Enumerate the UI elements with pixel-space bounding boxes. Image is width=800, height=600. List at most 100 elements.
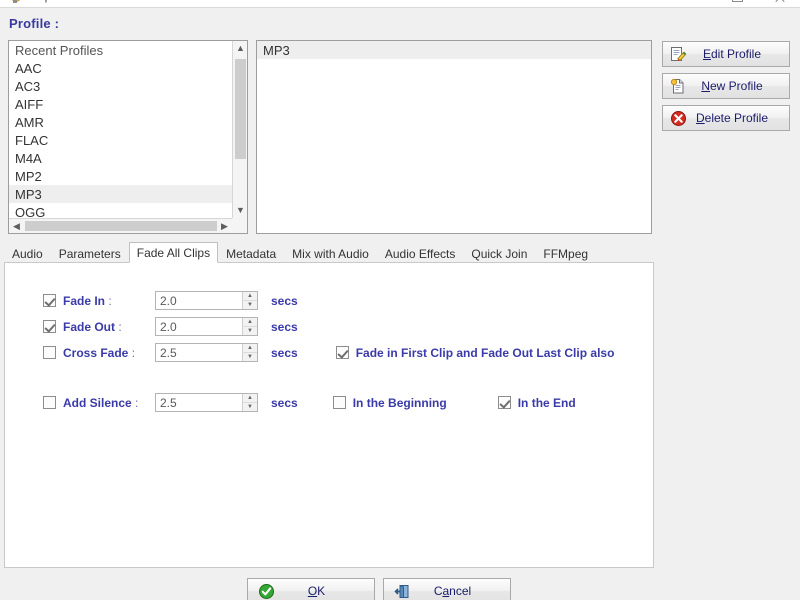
fade-out-row: Fade Out : 2.0 ▲ ▼ secs (43, 317, 298, 336)
window-controls (716, 0, 800, 8)
fade-out-spinner-buttons[interactable]: ▲ ▼ (242, 318, 257, 335)
tab-parameters[interactable]: Parameters (51, 244, 129, 263)
add-silence-unit: secs (271, 395, 298, 410)
list-item[interactable]: FLAC (9, 131, 247, 149)
exit-door-icon (394, 583, 411, 600)
spinner-up-icon[interactable]: ▲ (242, 394, 257, 403)
new-profile-button[interactable]: New Profile (662, 73, 790, 99)
fade-in-value[interactable]: 2.0 (156, 294, 177, 308)
fade-out-unit: secs (271, 319, 298, 334)
fade-in-spinner[interactable]: 2.0 ▲ ▼ (155, 291, 258, 310)
edit-profile-label-rest: dit Profile (710, 47, 762, 61)
spinner-up-icon[interactable]: ▲ (242, 318, 257, 327)
window-title: Output Format (27, 0, 98, 3)
spinner-down-icon[interactable]: ▼ (242, 301, 257, 309)
spinner-down-icon[interactable]: ▼ (242, 327, 257, 335)
list-item-selected[interactable]: MP3 (257, 41, 651, 59)
add-silence-spinner-buttons[interactable]: ▲ ▼ (242, 394, 257, 411)
delete-profile-button[interactable]: Delete Profile (662, 105, 790, 131)
edit-profile-button[interactable]: Edit Profile (662, 41, 790, 67)
list-item[interactable]: MP2 (9, 167, 247, 185)
list-item-selected[interactable]: MP3 (9, 185, 247, 203)
profile-list-items: Recent Profiles AAC AC3 AIFF AMR FLAC M4… (9, 41, 247, 233)
fade-out-label: Fade Out : (63, 319, 122, 334)
fade-in-row: Fade In : 2.0 ▲ ▼ secs (43, 291, 298, 310)
cancel-button[interactable]: Cancel (383, 578, 511, 600)
tab-fade-all-clips[interactable]: Fade All Clips (128, 242, 219, 263)
delete-profile-icon (670, 110, 687, 127)
scroll-right-icon[interactable]: ▶ (217, 219, 232, 233)
spinner-up-icon[interactable]: ▲ (242, 292, 257, 301)
cross-fade-value[interactable]: 2.5 (156, 346, 177, 360)
list-item[interactable]: AIFF (9, 95, 247, 113)
selected-profile-list[interactable]: MP3 (256, 40, 652, 234)
add-silence-spinner[interactable]: 2.5 ▲ ▼ (155, 393, 258, 412)
in-the-end-label: In the End (517, 395, 576, 410)
list-item[interactable]: M4A (9, 149, 247, 167)
ok-button[interactable]: OK (247, 578, 375, 600)
tab-mix-with-audio[interactable]: Mix with Audio (284, 244, 377, 263)
edit-profile-icon (670, 46, 687, 63)
edit-profile-label: Edit Profile (702, 47, 762, 61)
fade-out-spinner[interactable]: 2.0 ▲ ▼ (155, 317, 258, 336)
cancel-label: Cancel (411, 584, 510, 598)
fade-in-spinner-buttons[interactable]: ▲ ▼ (242, 292, 257, 309)
tab-strip: Audio Parameters Fade All Clips Metadata… (4, 242, 654, 263)
cross-fade-spinner[interactable]: 2.5 ▲ ▼ (155, 343, 258, 362)
spinner-down-icon[interactable]: ▼ (242, 353, 257, 361)
fade-out-value[interactable]: 2.0 (156, 320, 177, 334)
cross-fade-checkbox[interactable] (43, 346, 56, 359)
fade-all-clips-panel: Fade In : 2.0 ▲ ▼ secs Fade Out : 2.0 ▲ … (4, 262, 654, 568)
cross-fade-spinner-buttons[interactable]: ▲ ▼ (242, 344, 257, 361)
tab-metadata[interactable]: Metadata (218, 244, 284, 263)
delete-profile-label-rest: elete Profile (704, 111, 769, 125)
tab-quick-join[interactable]: Quick Join (463, 244, 535, 263)
ok-label-rest: K (317, 584, 326, 598)
minimize-button[interactable] (716, 0, 758, 8)
fade-in-label: Fade In : (63, 293, 112, 308)
horizontal-scroll-thumb[interactable] (25, 221, 217, 231)
new-profile-icon (670, 78, 687, 95)
add-silence-checkbox[interactable] (43, 396, 56, 409)
close-button[interactable] (758, 0, 800, 8)
tab-audio[interactable]: Audio (4, 244, 51, 263)
ok-label: OK (307, 584, 326, 598)
lightbulb-icon (8, 0, 22, 4)
profile-list-horizontal-scrollbar[interactable]: ◀ ▶ (9, 218, 232, 233)
list-item[interactable]: AAC (9, 59, 247, 77)
output-format-dialog: Output Format Profile : Recent Profiles … (0, 0, 800, 600)
spinner-down-icon[interactable]: ▼ (242, 403, 257, 411)
fade-in-checkbox[interactable] (43, 294, 56, 307)
fade-first-last-checkbox[interactable] (335, 346, 349, 359)
fade-first-last-label: Fade in First Clip and Fade Out Last Cli… (355, 345, 615, 360)
list-item[interactable]: Recent Profiles (9, 41, 247, 59)
profile-list[interactable]: Recent Profiles AAC AC3 AIFF AMR FLAC M4… (8, 40, 248, 234)
scroll-up-icon[interactable]: ▲ (233, 41, 247, 56)
in-the-end-checkbox[interactable] (497, 396, 511, 409)
vertical-scroll-thumb[interactable] (235, 59, 246, 159)
tab-ffmpeg[interactable]: FFMpeg (535, 244, 596, 263)
title-bar: Output Format (0, 0, 800, 8)
cross-fade-row: Cross Fade : 2.5 ▲ ▼ secs Fade in First … (43, 343, 614, 362)
scroll-down-icon[interactable]: ▼ (233, 203, 247, 218)
profile-list-vertical-scrollbar[interactable]: ▲ ▼ (232, 41, 247, 218)
cross-fade-unit: secs (271, 345, 298, 360)
fade-out-checkbox[interactable] (43, 320, 56, 333)
profile-section-label: Profile : (9, 16, 60, 31)
delete-profile-label: Delete Profile (695, 111, 769, 125)
scroll-left-icon[interactable]: ◀ (9, 219, 24, 233)
in-the-beginning-label: In the Beginning (352, 395, 447, 410)
add-silence-row: Add Silence : 2.5 ▲ ▼ secs In the Beginn… (43, 393, 576, 412)
spinner-up-icon[interactable]: ▲ (242, 344, 257, 353)
add-silence-label: Add Silence : (63, 395, 139, 410)
in-the-beginning-checkbox[interactable] (332, 396, 346, 409)
green-check-icon (258, 583, 275, 600)
list-item[interactable]: AC3 (9, 77, 247, 95)
tab-audio-effects[interactable]: Audio Effects (377, 244, 464, 263)
cross-fade-label: Cross Fade : (63, 345, 136, 360)
scrollbar-corner (232, 218, 247, 233)
new-profile-label-rest: ew Profile (709, 79, 763, 93)
fade-in-unit: secs (271, 293, 298, 308)
list-item[interactable]: AMR (9, 113, 247, 131)
add-silence-value[interactable]: 2.5 (156, 396, 177, 410)
